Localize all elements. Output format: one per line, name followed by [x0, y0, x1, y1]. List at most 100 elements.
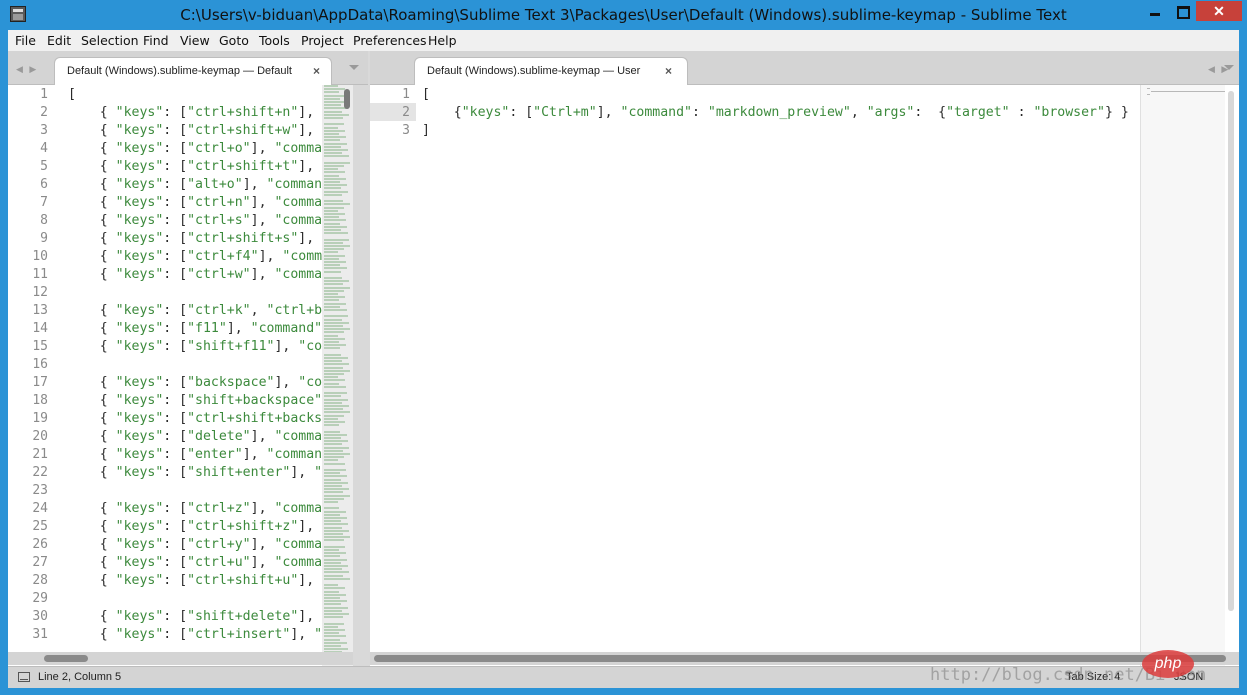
minimap-line: [324, 261, 346, 263]
menu-project[interactable]: Project: [301, 33, 344, 48]
horizontal-scrollbar-thumb[interactable]: [374, 655, 1226, 662]
minimap-line: [324, 632, 339, 635]
menu-selection[interactable]: Selection: [81, 33, 139, 48]
minimap-line: [324, 382, 339, 385]
minimap-line: [324, 171, 345, 174]
minimap-line: [324, 241, 343, 244]
line-number: 23: [32, 483, 48, 498]
menu-goto[interactable]: Goto: [219, 33, 249, 48]
menu-view[interactable]: View: [180, 33, 210, 48]
code-line[interactable]: { "keys": ["shift+delete"],: [68, 609, 314, 627]
vertical-scrollbar-thumb[interactable]: [1228, 91, 1234, 611]
tab-label: Default (Windows).sublime-keymap — User: [427, 65, 641, 77]
code-line[interactable]: { "keys": ["alt+o"], "comman: [68, 177, 322, 195]
minimap-line: [324, 139, 340, 142]
panel-toggle-icon[interactable]: [18, 672, 30, 682]
code-line[interactable]: [: [422, 87, 430, 105]
line-number: 26: [32, 537, 48, 552]
code-line[interactable]: { "keys": ["shift+enter"], ": [68, 465, 322, 483]
pane-divider[interactable]: [353, 85, 370, 666]
minimap-line: [324, 466, 339, 468]
code-line[interactable]: { "keys": ["ctrl+n"], "comma: [68, 195, 322, 213]
code-line[interactable]: { "keys": ["ctrl+w"], "comma: [68, 267, 322, 285]
minimap[interactable]: [1140, 85, 1225, 666]
minimap-line: [324, 417, 338, 420]
line-number: 28: [32, 573, 48, 588]
title-bar: C:\Users\v-biduan\AppData\Roaming\Sublim…: [0, 0, 1247, 30]
menu-file[interactable]: File: [15, 33, 36, 48]
code-line[interactable]: { "keys": ["ctrl+insert"], ": [68, 627, 322, 645]
code-line[interactable]: { "keys": ["ctrl+shift+t"],: [68, 159, 314, 177]
menu-preferences[interactable]: Preferences: [353, 33, 427, 48]
code-line[interactable]: { "keys": ["enter"], "command: [68, 447, 330, 465]
code-line[interactable]: { "keys": ["backspace"], "co: [68, 375, 322, 393]
minimap-line: [324, 414, 344, 417]
line-number: 30: [32, 609, 48, 624]
right-editor-pane[interactable]: 1 2 3 [ {"keys": ["Ctrl+m"], "command": "m…: [370, 85, 1239, 666]
code-line[interactable]: { "keys": ["ctrl+o"], "comma: [68, 141, 322, 159]
code-line[interactable]: { "keys": ["ctrl+f4"], "comm: [68, 249, 322, 267]
minimap-line: [324, 165, 344, 167]
vertical-scrollbar-thumb[interactable]: [344, 89, 350, 109]
minimap-line: [324, 222, 340, 225]
close-window-button[interactable]: ✕: [1196, 1, 1242, 21]
code-line[interactable]: { "keys": ["ctrl+shift+backs: [68, 411, 322, 429]
vertical-scrollbar[interactable]: [1228, 91, 1234, 611]
tab-dropdown-icon[interactable]: [349, 65, 359, 70]
left-editor-pane[interactable]: 1 2 3 4 5 6 7 8 9 10 11 12 13 14 15 16 17 18 19 20 21 22 23 24 2…: [8, 85, 353, 666]
line-number: 31: [32, 627, 48, 642]
tab-close-icon[interactable]: ×: [313, 64, 320, 78]
tab-close-icon[interactable]: ×: [665, 64, 672, 78]
minimap-line: [324, 533, 343, 535]
minimap-line: [324, 622, 344, 625]
minimap-line: [324, 341, 339, 343]
minimap-line: [324, 590, 339, 593]
line-number: 2: [402, 105, 410, 120]
minimap-line: [324, 110, 342, 113]
tab-nav-arrows-icon[interactable]: ◀ ▶: [16, 64, 38, 75]
code-line[interactable]: { "keys": ["ctrl+z"], "comma: [68, 501, 322, 519]
code-line[interactable]: { "keys": ["ctrl+shift+z"],: [68, 519, 314, 537]
code-line[interactable]: { "keys": ["ctrl+shift+w"],: [68, 123, 314, 141]
horizontal-scrollbar-right[interactable]: [370, 652, 1239, 665]
minimap-line: [324, 593, 346, 596]
code-line[interactable]: { "keys": ["ctrl+shift+s"],: [68, 231, 314, 249]
menu-find[interactable]: Find: [143, 33, 169, 48]
minimap-line: [324, 145, 341, 148]
line-number: 9: [40, 231, 48, 246]
code-line[interactable]: { "keys": ["shift+backspace": [68, 393, 322, 411]
code-line[interactable]: {"keys": ["Ctrl+m"], "command": "markdow…: [422, 105, 1129, 123]
menu-edit[interactable]: Edit: [47, 33, 71, 48]
minimap-line: [324, 587, 345, 590]
code-line[interactable]: { "keys": ["ctrl+y"], "comma: [68, 537, 322, 555]
tab-user-keymap[interactable]: Default (Windows).sublime-keymap — User …: [414, 57, 688, 85]
minimize-button[interactable]: [1142, 1, 1168, 21]
tab-dropdown-icon[interactable]: [1224, 65, 1234, 70]
code-line[interactable]: { "keys": ["delete"], "comma: [68, 429, 322, 447]
minimap-line: [324, 104, 341, 107]
code-line[interactable]: { "keys": ["ctrl+k", "ctrl+b: [68, 303, 322, 321]
menu-tools[interactable]: Tools: [259, 33, 290, 48]
minimap-line: [324, 360, 342, 363]
minimap-line: [324, 126, 338, 129]
maximize-button[interactable]: [1169, 1, 1195, 21]
code-line[interactable]: [: [68, 87, 76, 105]
minimap-line: [324, 513, 340, 516]
minimap-line: [324, 229, 341, 231]
horizontal-scrollbar-thumb[interactable]: [44, 655, 88, 662]
line-number: 18: [32, 393, 48, 408]
code-line[interactable]: { "keys": ["f11"], "command": [68, 321, 322, 339]
line-number: 6: [40, 177, 48, 192]
minimap-line: [324, 318, 342, 321]
code-line[interactable]: ]: [422, 123, 430, 141]
vertical-scrollbar[interactable]: [344, 89, 350, 661]
editor-area: ◀ ▶ Default (Windows).sublime-keymap — D…: [8, 51, 1239, 666]
code-line[interactable]: { "keys": ["ctrl+u"], "comma: [68, 555, 322, 573]
code-line[interactable]: { "keys": ["ctrl+shift+u"],: [68, 573, 314, 591]
code-line[interactable]: { "keys": ["shift+f11"], "co: [68, 339, 322, 357]
tab-default-keymap[interactable]: Default (Windows).sublime-keymap — Defau…: [54, 57, 332, 85]
menu-help[interactable]: Help: [428, 33, 457, 48]
horizontal-scrollbar-left[interactable]: [8, 652, 353, 665]
code-line[interactable]: { "keys": ["ctrl+s"], "comma: [68, 213, 322, 231]
code-line[interactable]: { "keys": ["ctrl+shift+n"],: [68, 105, 314, 123]
